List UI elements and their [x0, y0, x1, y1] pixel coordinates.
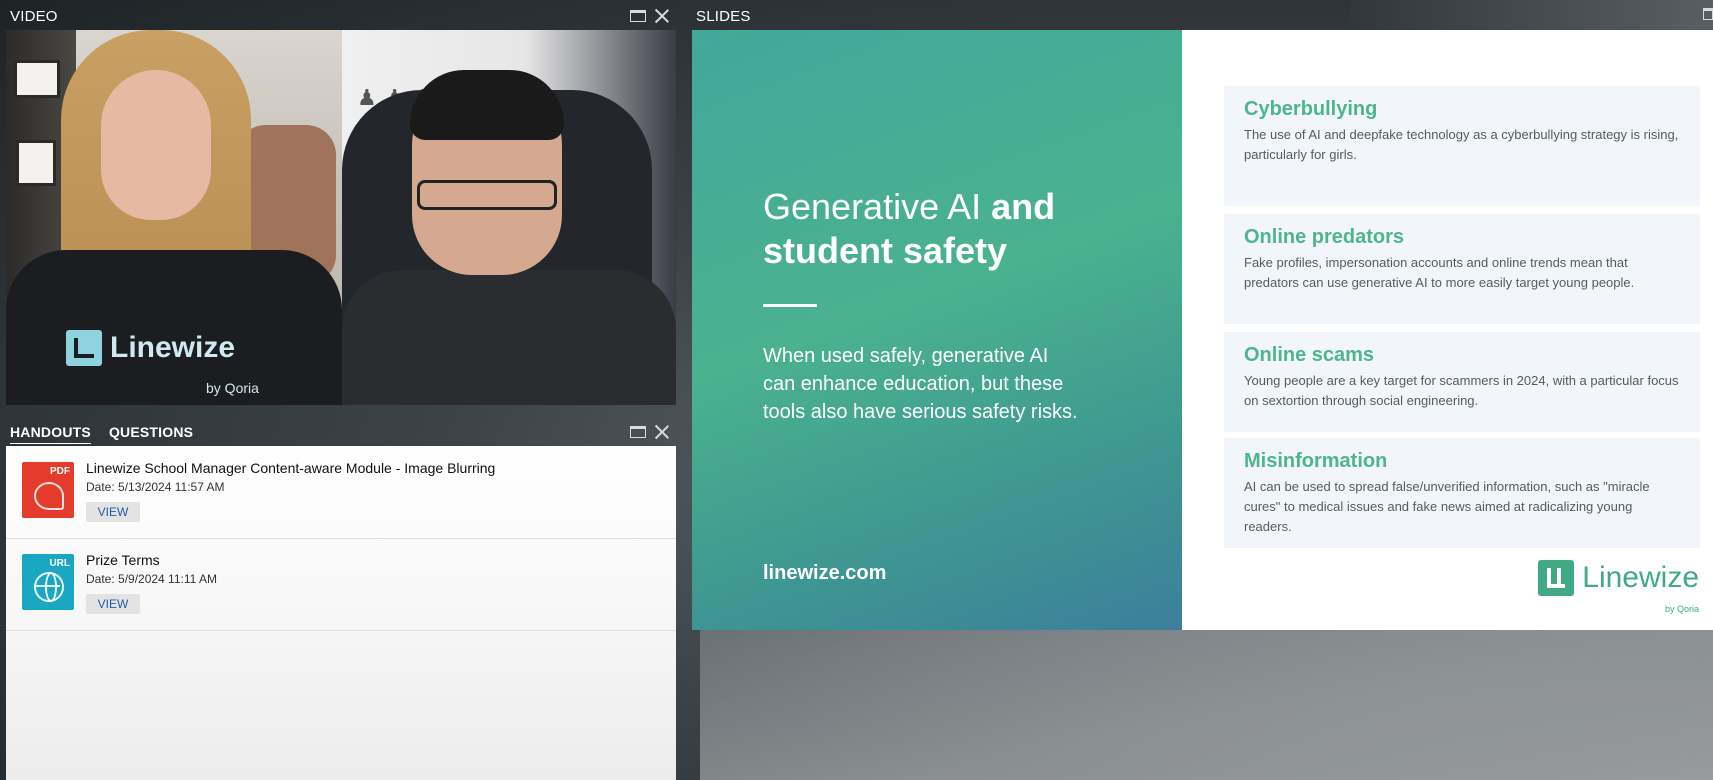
risk-card-online-scams: Online scams Young people are a key targ… — [1224, 332, 1700, 432]
handouts-panel-header: HANDOUTS QUESTIONS — [0, 418, 676, 446]
globe-icon[interactable]: URL — [22, 554, 74, 610]
risk-title: Online scams — [1244, 344, 1375, 366]
tab-handouts[interactable]: HANDOUTS — [0, 418, 99, 446]
presenter-shirt — [6, 250, 342, 405]
brand-subtext: by Qoria — [1664, 604, 1699, 614]
wall-frame — [14, 60, 60, 98]
list-item: PDF Linewize School Manager Content-awar… — [6, 446, 676, 539]
presenter-face — [101, 70, 211, 220]
brand-name: Linewize — [1582, 561, 1699, 594]
linewize-logo-icon — [1538, 560, 1575, 596]
slide-url: linewize.com — [763, 562, 887, 584]
participant-jacket — [342, 270, 676, 405]
list-item: URL Prize Terms Date: 5/9/2024 11:11 AM … — [6, 538, 676, 631]
pdf-icon[interactable]: PDF — [22, 462, 74, 518]
slide-heading: Generative AI and student safety — [763, 185, 1143, 273]
participant-hair — [410, 70, 564, 140]
risk-title: Online predators — [1244, 226, 1405, 248]
view-button[interactable]: VIEW — [86, 594, 140, 614]
participant-glasses — [417, 180, 557, 210]
risk-description: Young people are a key target for scamme… — [1244, 373, 1679, 408]
shirt-logo: Linewize — [66, 330, 235, 366]
slide-body-text: When used safely, generative AI can enha… — [763, 345, 1078, 423]
risk-card-online-predators: Online predators Fake profiles, imperson… — [1224, 214, 1700, 324]
view-button[interactable]: VIEW — [86, 502, 140, 522]
handout-date: Date: 5/13/2024 11:57 AM — [86, 480, 225, 494]
risk-title: Cyberbullying — [1244, 98, 1378, 120]
close-icon[interactable] — [654, 424, 670, 440]
risk-description: AI can be used to spread false/unverifie… — [1244, 479, 1650, 534]
acrobat-glyph — [34, 482, 64, 510]
globe-glyph — [34, 572, 64, 602]
wall-frame — [16, 140, 56, 186]
video-panel-header: VIDEO — [0, 2, 676, 30]
file-type-label: PDF — [50, 466, 70, 477]
linewize-brand: Linewize — [1538, 560, 1699, 596]
maximize-icon[interactable] — [630, 426, 646, 438]
risk-card-cyberbullying: Cyberbullying The use of AI and deepfake… — [1224, 86, 1700, 206]
shirt-logo-text: Linewize — [110, 331, 236, 364]
presenter-video-feed: Linewize by Qoria — [6, 30, 342, 405]
shirt-logo-subtext: by Qoria — [206, 380, 259, 396]
handout-title[interactable]: Linewize School Manager Content-aware Mo… — [86, 460, 495, 476]
risk-description: The use of AI and deepfake technology as… — [1244, 127, 1679, 162]
maximize-icon[interactable] — [630, 10, 646, 22]
slides-panel-title: SLIDES — [696, 7, 751, 25]
risk-card-misinformation: Misinformation AI can be used to spread … — [1224, 438, 1700, 548]
participant-video-feed: ♟♟♟ — [342, 30, 676, 405]
slides-panel-header: SLIDES — [686, 2, 1713, 30]
risk-title: Misinformation — [1244, 450, 1388, 472]
linewize-logo-icon — [66, 330, 102, 366]
tab-questions[interactable]: QUESTIONS — [99, 418, 201, 446]
maximize-icon[interactable] — [1703, 8, 1713, 20]
presentation-slide: Generative AI and student safety When us… — [692, 30, 1713, 630]
handout-title[interactable]: Prize Terms — [86, 552, 160, 568]
background-desk — [700, 630, 1713, 780]
file-type-label: URL — [49, 558, 70, 569]
video-feeds: Linewize by Qoria ♟♟♟ — [6, 30, 676, 405]
slide-left-panel: Generative AI and student safety When us… — [692, 30, 1182, 630]
close-icon[interactable] — [654, 8, 670, 24]
risk-description: Fake profiles, impersonation accounts an… — [1244, 255, 1635, 290]
video-panel-title: VIDEO — [10, 7, 58, 25]
slide-heading-light: Generative AI — [763, 186, 992, 227]
divider — [763, 304, 817, 307]
handout-date: Date: 5/9/2024 11:11 AM — [86, 572, 217, 586]
handouts-list: PDF Linewize School Manager Content-awar… — [6, 446, 676, 780]
